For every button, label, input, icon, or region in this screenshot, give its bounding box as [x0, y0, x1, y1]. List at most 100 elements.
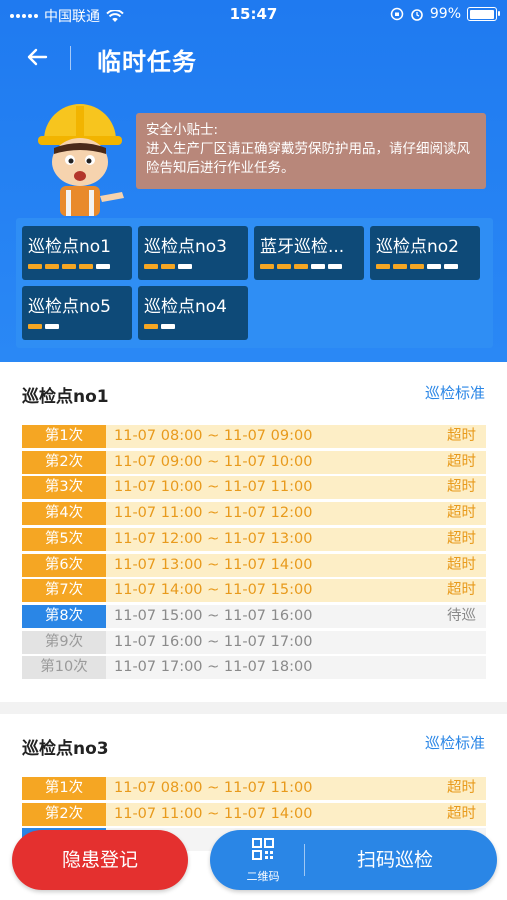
checkpoint-card[interactable]: 巡检点no2: [370, 226, 480, 280]
section-title: 巡检点no1: [22, 387, 109, 407]
row-status: 超时: [447, 780, 476, 796]
schedule-row[interactable]: 第7次 11-07 14:00 ~ 11-07 15:00 超时: [22, 579, 486, 603]
scan-inspect-button[interactable]: 二维码 扫码巡检: [210, 830, 497, 890]
orientation-lock-icon: [390, 7, 404, 21]
status-bar: 中国联通 15:47 99%: [0, 0, 507, 30]
checkpoint-card[interactable]: 巡检点no1: [22, 226, 132, 280]
checkpoint-card[interactable]: 蓝牙巡检...: [254, 226, 364, 280]
progress-dot-done: [294, 264, 308, 269]
progress-dot-pending: [427, 264, 441, 269]
progress-dot-done: [79, 264, 93, 269]
progress-dot-pending: [328, 264, 342, 269]
checkpoint-name: 巡检点no2: [376, 237, 459, 257]
schedule-row[interactable]: 第9次 11-07 16:00 ~ 11-07 17:00: [22, 630, 486, 654]
progress-dot-pending: [96, 264, 110, 269]
progress-dot-done: [161, 264, 175, 269]
progress-dots: [144, 264, 192, 269]
round-badge: 第1次: [22, 777, 106, 800]
row-status: 超时: [447, 556, 476, 573]
row-status: 超时: [447, 805, 476, 822]
progress-dots: [260, 264, 342, 269]
schedule-row[interactable]: 第4次 11-07 11:00 ~ 11-07 12:00 超时: [22, 502, 486, 526]
checkpoint-name: 蓝牙巡检...: [260, 237, 345, 257]
progress-dots: [376, 264, 458, 269]
arrow-left-icon[interactable]: [22, 42, 52, 72]
progress-dot-done: [144, 324, 158, 329]
progress-dots: [28, 324, 59, 329]
round-badge: 第1次: [22, 425, 106, 448]
progress-dot-done: [393, 264, 407, 269]
round-badge: 第6次: [22, 553, 106, 577]
time-range: 11-07 08:00 ~ 11-07 11:00: [114, 780, 313, 796]
checkpoint-name: 巡检点no5: [28, 297, 111, 317]
button-divider: [304, 844, 305, 876]
schedule-row[interactable]: 第6次 11-07 13:00 ~ 11-07 14:00 超时: [22, 553, 486, 577]
schedule-row[interactable]: 第1次 11-07 08:00 ~ 11-07 09:00 超时: [22, 425, 486, 448]
progress-dot-done: [62, 264, 76, 269]
schedule-row[interactable]: 第3次 11-07 10:00 ~ 11-07 11:00 超时: [22, 476, 486, 500]
page-title: 临时任务: [97, 48, 197, 76]
safety-tip: 安全小贴士: 进入生产厂区请正确穿戴劳保防护用品，请仔细阅读风险告知后进行作业任…: [136, 113, 486, 189]
checkpoint-card[interactable]: 巡检点no4: [138, 286, 248, 340]
round-badge: 第4次: [22, 502, 106, 526]
hazard-register-button[interactable]: 隐患登记: [12, 830, 188, 890]
alarm-icon: [411, 9, 423, 21]
checkpoint-card[interactable]: 巡检点no3: [138, 226, 248, 280]
checkpoint-name: 巡检点no3: [144, 237, 227, 257]
round-badge: 第7次: [22, 579, 106, 603]
round-badge: 第9次: [22, 630, 106, 654]
bottom-actions: 隐患登记 二维码 扫码巡检: [0, 826, 507, 900]
qr-code-icon: [252, 838, 274, 860]
time-range: 11-07 11:00 ~ 11-07 12:00: [114, 505, 313, 522]
progress-dot-done: [45, 264, 59, 269]
time-range: 11-07 11:00 ~ 11-07 14:00: [114, 805, 313, 822]
round-badge: 第5次: [22, 527, 106, 551]
inspection-standard-link[interactable]: 巡检标准: [425, 382, 485, 403]
round-badge: 第3次: [22, 476, 106, 500]
time-range: 11-07 09:00 ~ 11-07 10:00: [114, 453, 313, 470]
progress-dot-done: [260, 264, 274, 269]
progress-dot-pending: [444, 264, 458, 269]
row-status: 超时: [447, 582, 476, 599]
progress-dot-pending: [45, 324, 59, 329]
battery-percent: 99%: [429, 6, 461, 22]
progress-dot-done: [277, 264, 291, 269]
progress-dot-pending: [311, 264, 325, 269]
time-range: 11-07 14:00 ~ 11-07 15:00: [114, 582, 313, 599]
progress-dot-done: [28, 324, 42, 329]
time-range: 11-07 12:00 ~ 11-07 13:00: [114, 530, 313, 547]
schedule-row[interactable]: 第10次 11-07 17:00 ~ 11-07 18:00: [22, 656, 486, 680]
checkpoint-grid: 巡检点no1 巡检点no3 蓝牙巡检... 巡检点no2 巡检点no5 巡检点n…: [16, 218, 493, 348]
section-title: 巡检点no3: [22, 739, 109, 759]
time-range: 11-07 15:00 ~ 11-07 16:00: [114, 607, 313, 624]
progress-dot-done: [410, 264, 424, 269]
nav-divider: [70, 46, 71, 70]
schedule-row[interactable]: 第5次 11-07 12:00 ~ 11-07 13:00 超时: [22, 527, 486, 551]
checkpoint-card[interactable]: 巡检点no5: [22, 286, 132, 340]
schedule-row[interactable]: 第2次 11-07 11:00 ~ 11-07 14:00 超时: [22, 802, 486, 826]
row-status: 超时: [447, 530, 476, 547]
progress-dot-pending: [178, 264, 192, 269]
progress-dot-done: [376, 264, 390, 269]
header: 中国联通 15:47 99% 临时任务 安全小贴士: 进入生产厂区请正确穿戴劳保…: [0, 0, 507, 362]
time-range: 11-07 10:00 ~ 11-07 11:00: [114, 479, 313, 496]
progress-dot-done: [144, 264, 158, 269]
time-range: 11-07 16:00 ~ 11-07 17:00: [114, 633, 313, 650]
worker-mascot-icon: [38, 104, 124, 216]
row-status: 超时: [447, 428, 476, 444]
inspection-standard-link[interactable]: 巡检标准: [425, 732, 485, 753]
round-badge: 第8次: [22, 604, 106, 628]
time-range: 11-07 08:00 ~ 11-07 09:00: [114, 428, 313, 444]
progress-dots: [28, 264, 110, 269]
tip-body: 进入生产厂区请正确穿戴劳保防护用品，请仔细阅读风险告知后进行作业任务。: [146, 141, 470, 176]
schedule-row[interactable]: 第8次 11-07 15:00 ~ 11-07 16:00 待巡: [22, 604, 486, 628]
qr-code-label: 二维码: [246, 870, 280, 883]
round-badge: 第2次: [22, 802, 106, 826]
time-range: 11-07 17:00 ~ 11-07 18:00: [114, 659, 313, 676]
checkpoint-name: 巡检点no1: [28, 237, 111, 257]
schedule-row[interactable]: 第1次 11-07 08:00 ~ 11-07 11:00 超时: [22, 777, 486, 800]
schedule-row[interactable]: 第2次 11-07 09:00 ~ 11-07 10:00 超时: [22, 450, 486, 474]
qr-code-button[interactable]: 二维码: [238, 838, 288, 883]
scan-inspect-label: 扫码巡检: [356, 849, 433, 871]
round-badge: 第10次: [22, 656, 106, 680]
